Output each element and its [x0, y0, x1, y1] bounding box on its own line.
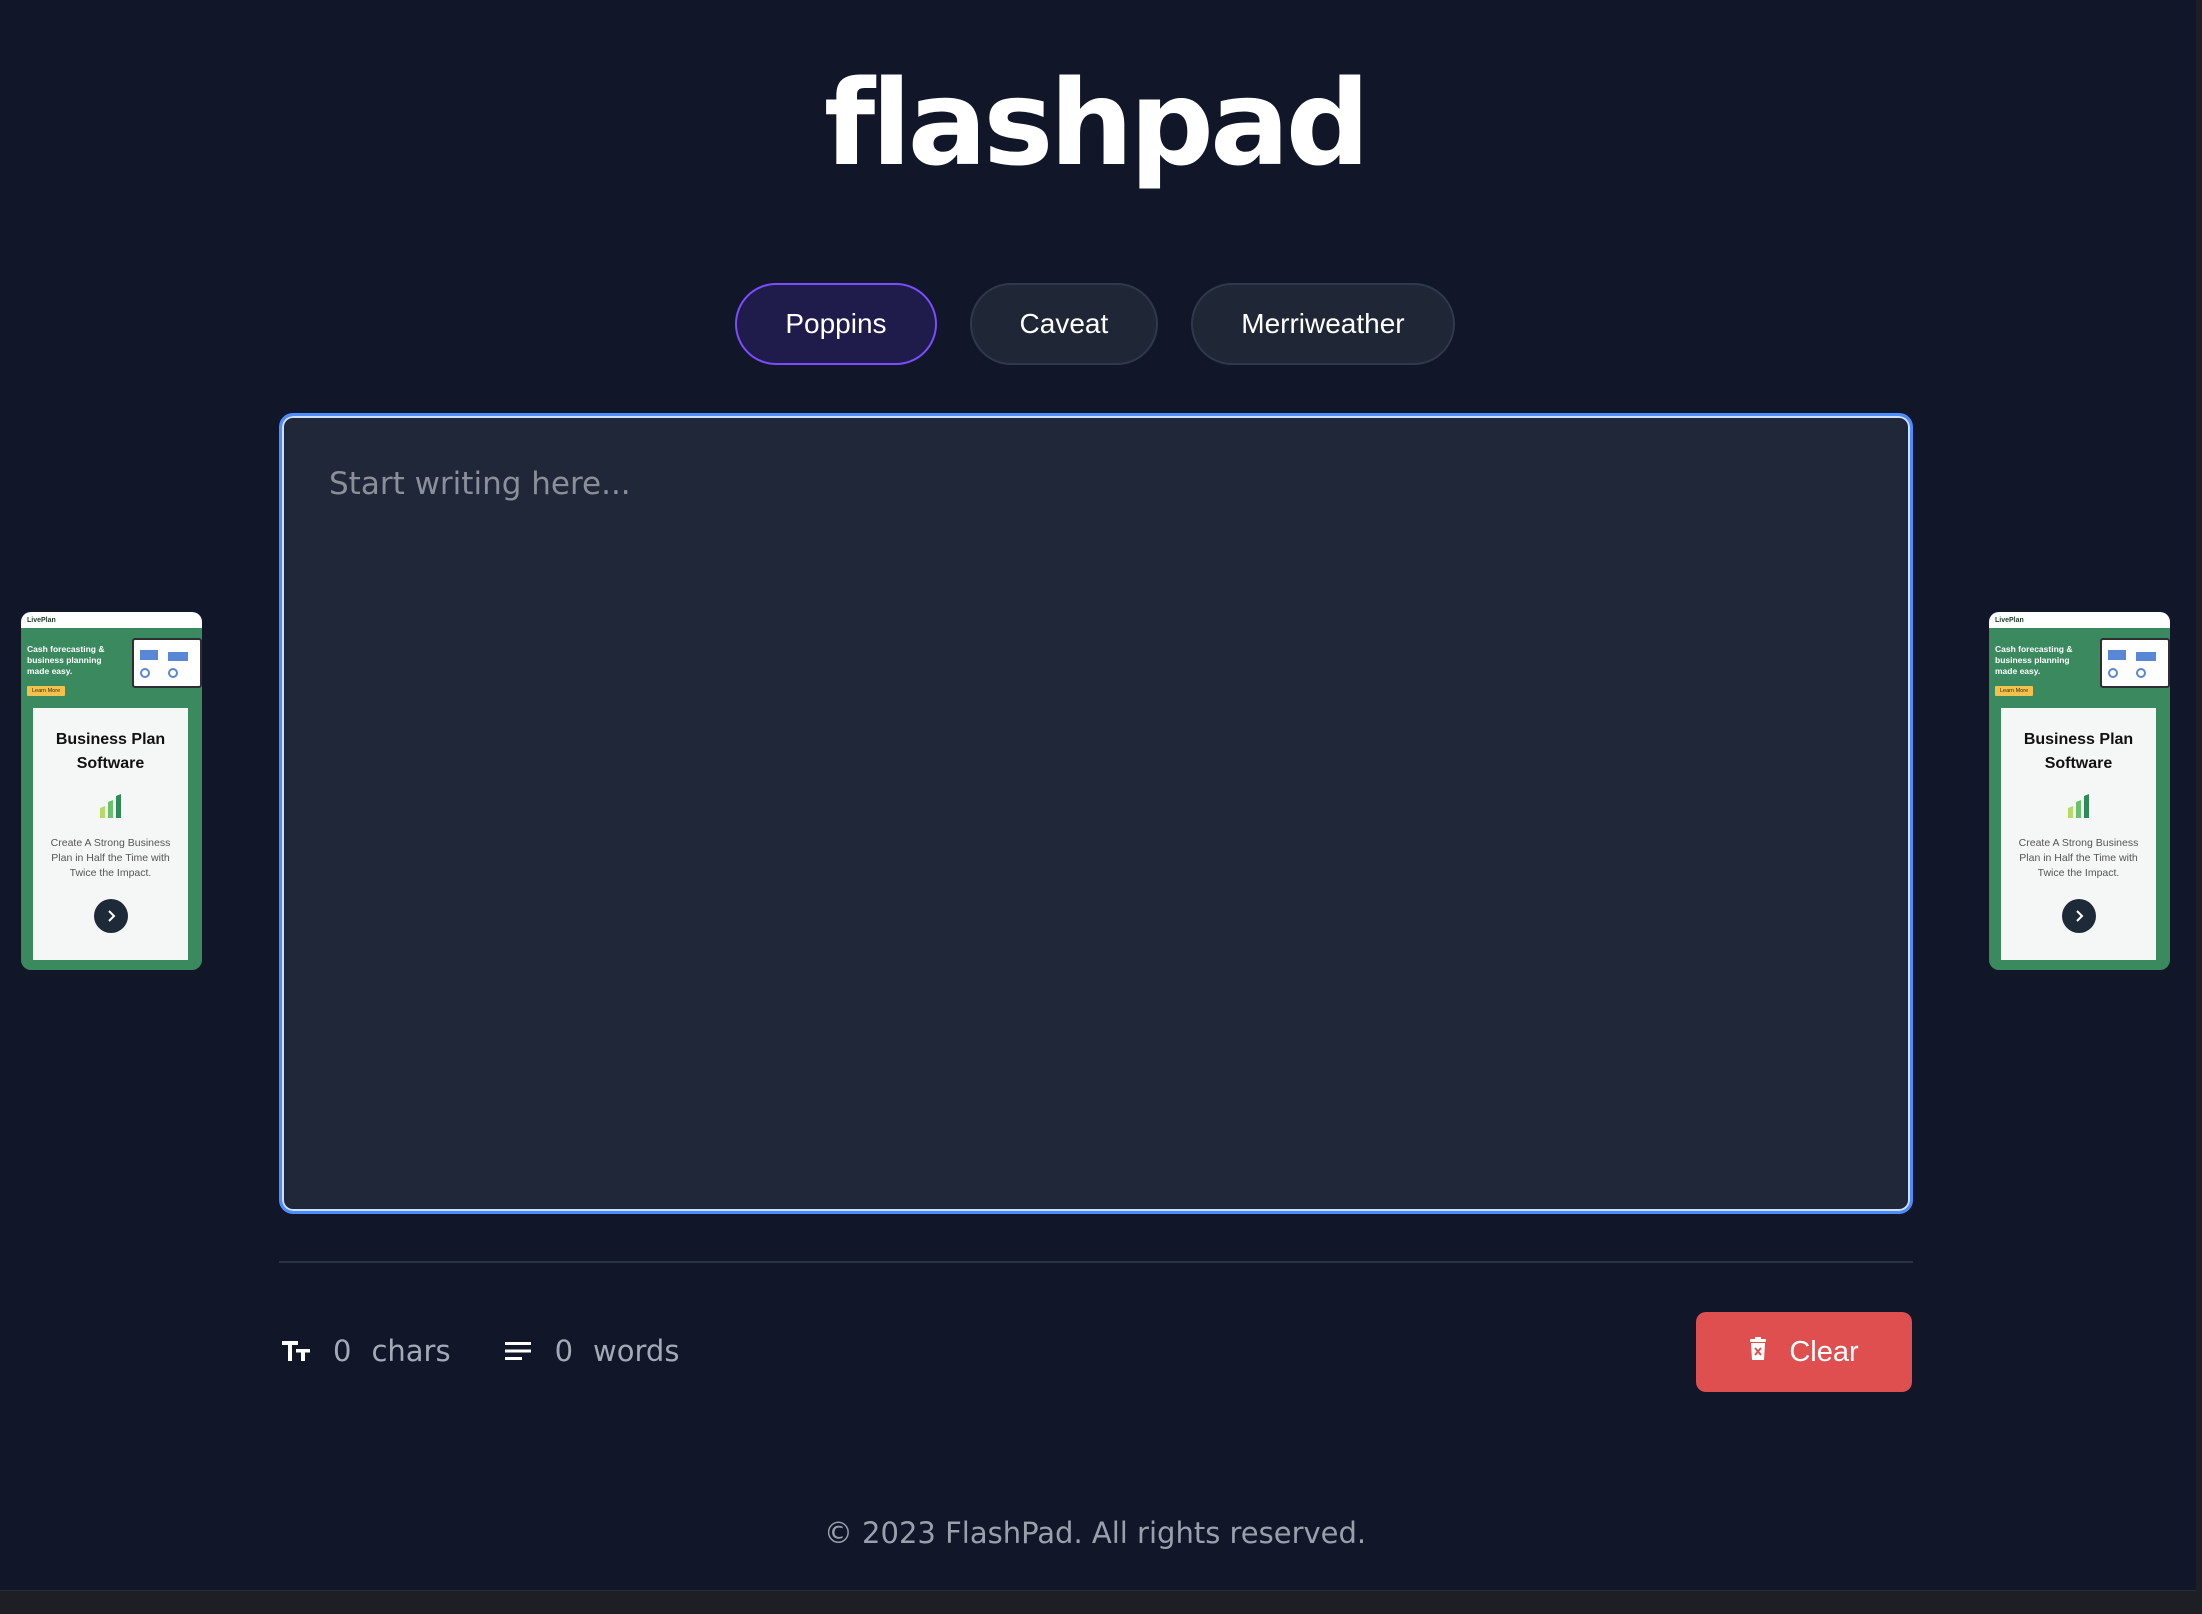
ad-tagline: Cash forecasting & business planning mad…: [1995, 644, 2073, 676]
font-selector: Poppins Caveat Merriweather: [0, 283, 2190, 365]
ad-learn-more-button[interactable]: Learn More: [1995, 686, 2034, 696]
ad-card: Business Plan Software Create A Strong B…: [2001, 708, 2156, 960]
stats-bar: 0 chars 0 words: [279, 1318, 679, 1384]
ad-tagline: Cash forecasting & business planning mad…: [27, 644, 105, 676]
ad-hero: Cash forecasting & business planning mad…: [1989, 628, 2170, 714]
ad-logo: LivePlan: [21, 612, 202, 628]
ad-logo: LivePlan: [1989, 612, 2170, 628]
flashpad-page: flashpad Poppins Caveat Merriweather 0 c…: [0, 0, 2202, 1614]
bar-chart-icon: [2066, 792, 2092, 818]
clear-button[interactable]: Clear: [1696, 1312, 1912, 1392]
bar-chart-icon: [98, 792, 124, 818]
ad-card: Business Plan Software Create A Strong B…: [33, 708, 188, 960]
laptop-illustration: [132, 638, 202, 688]
brand-logo: flashpad: [823, 54, 1370, 192]
char-count-value: 0: [333, 1334, 352, 1368]
ad-title: Business Plan Software: [55, 731, 166, 772]
window-bottom-bar: [0, 1590, 2202, 1614]
font-tab-caveat[interactable]: Caveat: [969, 283, 1159, 365]
word-count-stat: 0 words: [501, 1334, 680, 1368]
char-count-label: chars: [371, 1334, 451, 1368]
stats-divider: [279, 1261, 1913, 1263]
lines-icon: [501, 1334, 535, 1368]
ad-learn-more-button[interactable]: Learn More: [27, 686, 66, 696]
text-size-icon: [279, 1334, 313, 1368]
ad-description: Create A Strong Business Plan in Half th…: [50, 837, 171, 879]
ad-description: Create A Strong Business Plan in Half th…: [2018, 837, 2139, 879]
footer-copyright: © 2023 FlashPad. All rights reserved.: [823, 1516, 1367, 1550]
font-tab-merriweather[interactable]: Merriweather: [1191, 283, 1455, 365]
ad-title: Business Plan Software: [2023, 731, 2134, 772]
font-tab-poppins[interactable]: Poppins: [735, 283, 937, 365]
char-count-stat: 0 chars: [279, 1334, 451, 1368]
clear-button-label: Clear: [1789, 1335, 1859, 1368]
chevron-right-icon[interactable]: [93, 899, 128, 933]
trash-icon: [1749, 1336, 1767, 1369]
window-right-edge: [2196, 0, 2202, 1614]
laptop-illustration: [2100, 638, 2170, 688]
word-count-label: words: [593, 1334, 680, 1368]
editor-textarea[interactable]: [279, 413, 1913, 1214]
ad-right[interactable]: LivePlan Cash forecasting & business pla…: [1989, 612, 2170, 970]
word-count-value: 0: [554, 1334, 574, 1368]
ad-left[interactable]: LivePlan Cash forecasting & business pla…: [21, 612, 202, 970]
chevron-right-icon[interactable]: [2061, 899, 2096, 933]
ad-hero: Cash forecasting & business planning mad…: [21, 628, 202, 714]
